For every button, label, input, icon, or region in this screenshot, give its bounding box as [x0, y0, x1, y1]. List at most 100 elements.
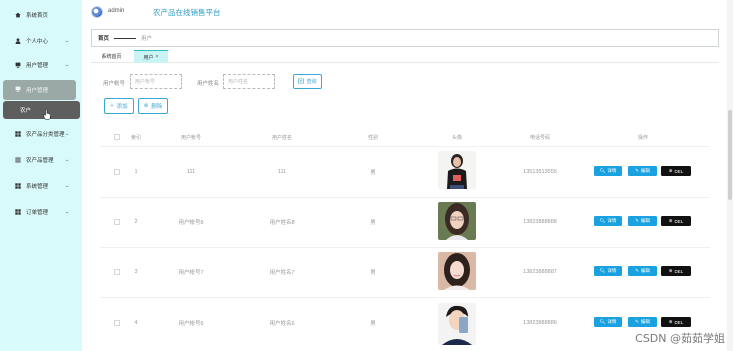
row-checkbox[interactable]	[114, 219, 120, 225]
cell-index: 4	[134, 320, 138, 326]
del-button[interactable]: ⊗ DEL	[661, 166, 691, 176]
edit-button[interactable]: ✎ 编辑	[628, 317, 657, 327]
vertical-scrollbar[interactable]	[727, 0, 733, 351]
sidebar-item-label: 用户管理	[26, 63, 49, 69]
cell-index: 1	[134, 169, 138, 175]
cell-phone: 13823888888	[523, 219, 557, 225]
tab-bar: 系统首页 用户 ×	[91, 50, 719, 63]
del-button[interactable]: ⊗ DEL	[661, 216, 691, 226]
row-divider	[100, 197, 710, 198]
sidebar-item-label: 个人中心	[26, 39, 49, 45]
row-divider	[100, 247, 710, 248]
add-button[interactable]: + 添加	[104, 98, 134, 114]
scrollbar-thumb[interactable]	[728, 110, 732, 200]
cell-phone: 13513513555	[523, 169, 557, 175]
search-icon: 🔍︎	[599, 268, 606, 273]
sidebar-item-orders[interactable]: 订单管理 ⌄	[0, 205, 82, 219]
sidebar-item-home[interactable]: 系统首页	[0, 8, 82, 22]
home-icon	[15, 12, 21, 18]
app-title: 农产品在线销售平台	[153, 8, 221, 17]
search-icon: 🔍︎	[599, 168, 606, 173]
tab-label: 系统首页	[101, 54, 122, 60]
detail-button[interactable]: 🔍︎ 详情	[594, 266, 622, 276]
name-label: 用户姓名	[197, 81, 220, 87]
edit-label: 编辑	[640, 218, 650, 223]
del-label: DEL	[674, 319, 684, 325]
edit-button[interactable]: ✎ 编辑	[628, 166, 657, 176]
row-checkbox[interactable]	[114, 269, 120, 275]
row-checkbox[interactable]	[114, 320, 120, 326]
del-button[interactable]: ⊗ DEL	[661, 317, 691, 327]
close-circle-icon: ⊗	[668, 268, 673, 273]
del-label: DEL	[674, 168, 684, 174]
user-manage-icon	[15, 62, 21, 68]
avatar-photo	[438, 252, 476, 290]
add-label: 添加	[116, 104, 128, 110]
cell-name: 111	[277, 169, 287, 175]
del-button[interactable]: ⊗ DEL	[661, 266, 691, 276]
column-header: 索引	[130, 135, 142, 141]
close-circle-icon: ⊗	[668, 218, 673, 223]
account-search-input[interactable]: 用户帐号	[130, 74, 182, 89]
breadcrumb-current: 用户	[141, 36, 153, 42]
cell-phone: 13823888887	[523, 269, 557, 275]
cell-name: 用户姓名8	[269, 220, 295, 226]
sidebar-item-label: 订单管理	[26, 210, 49, 216]
sidebar-item-category[interactable]: 农产品分类管理 ⌄	[0, 127, 82, 141]
tab-user[interactable]: 用户 ×	[134, 50, 168, 63]
breadcrumb-separator	[114, 37, 137, 39]
sidebar-item-user-manage-active[interactable]: 用户管理	[3, 80, 76, 100]
cell-account: 用户帐号7	[178, 270, 204, 276]
grid-icon	[15, 209, 21, 215]
sidebar-item-personal[interactable]: 个人中心 ⌄	[0, 34, 82, 48]
chevron-down-icon: ⌄	[63, 183, 70, 189]
edit-button[interactable]: ✎ 编辑	[628, 266, 657, 276]
breadcrumb-home[interactable]: 首页	[98, 34, 109, 42]
sidebar-item-label: 农产品管理	[26, 158, 54, 164]
sidebar-subitem-farmer[interactable]: 农户	[3, 101, 80, 119]
cell-gender: 男	[370, 220, 376, 226]
delete-label: 删除	[151, 104, 163, 110]
close-icon[interactable]: ×	[156, 54, 159, 60]
row-checkbox[interactable]	[114, 169, 120, 175]
query-button[interactable]: 查询	[293, 74, 322, 89]
sidebar-item-system[interactable]: 系统管理 ⌄	[0, 179, 82, 193]
cell-index: 2	[134, 219, 138, 225]
sidebar-item-user-manage[interactable]: 用户管理 ⌄	[0, 58, 82, 72]
sidebar-item-products[interactable]: 农产品管理 ⌄	[0, 153, 82, 167]
detail-button[interactable]: 🔍︎ 详情	[594, 317, 622, 327]
detail-label: 详情	[607, 218, 617, 223]
cell-name: 用户姓名6	[269, 321, 295, 327]
username[interactable]: admin	[108, 8, 124, 14]
select-all-checkbox[interactable]	[114, 134, 120, 140]
avatar-photo	[438, 303, 476, 345]
edit-button[interactable]: ✎ 编辑	[628, 216, 657, 226]
watermark: CSDN @茹茹学姐	[635, 332, 725, 345]
sidebar: 系统首页 个人中心 ⌄ 用户管理 ⌄ 用户管理 农户 农产品分类管理 ⌄ 农产品…	[0, 0, 82, 351]
tab-label: 用户	[143, 54, 154, 61]
row-divider	[100, 297, 710, 298]
sidebar-item-label: 用户管理	[26, 88, 49, 94]
detail-button[interactable]: 🔍︎ 详情	[594, 166, 622, 176]
delete-button[interactable]: ⊗ 删除	[138, 98, 168, 114]
detail-label: 详情	[607, 168, 617, 173]
cell-account: 111	[186, 169, 196, 175]
tab-home[interactable]: 系统首页	[91, 50, 132, 63]
cell-gender: 男	[370, 170, 376, 176]
detail-button[interactable]: 🔍︎ 详情	[594, 216, 622, 226]
cell-phone: 13823888886	[523, 320, 557, 326]
name-search-input[interactable]: 用户姓名	[223, 74, 275, 89]
del-label: DEL	[674, 268, 684, 274]
sidebar-item-label: 系统首页	[26, 13, 49, 19]
hand-cursor-icon	[43, 109, 51, 120]
cell-gender: 男	[370, 321, 376, 327]
avatar-photo	[438, 151, 476, 189]
user-avatar[interactable]	[91, 6, 103, 18]
edit-label: 编辑	[640, 168, 650, 173]
pencil-icon: ✎	[635, 319, 639, 324]
person-icon	[15, 38, 21, 44]
plus-icon: +	[110, 103, 114, 109]
search-icon	[298, 78, 305, 86]
detail-label: 详情	[607, 319, 617, 324]
user-manage-icon	[15, 86, 21, 94]
